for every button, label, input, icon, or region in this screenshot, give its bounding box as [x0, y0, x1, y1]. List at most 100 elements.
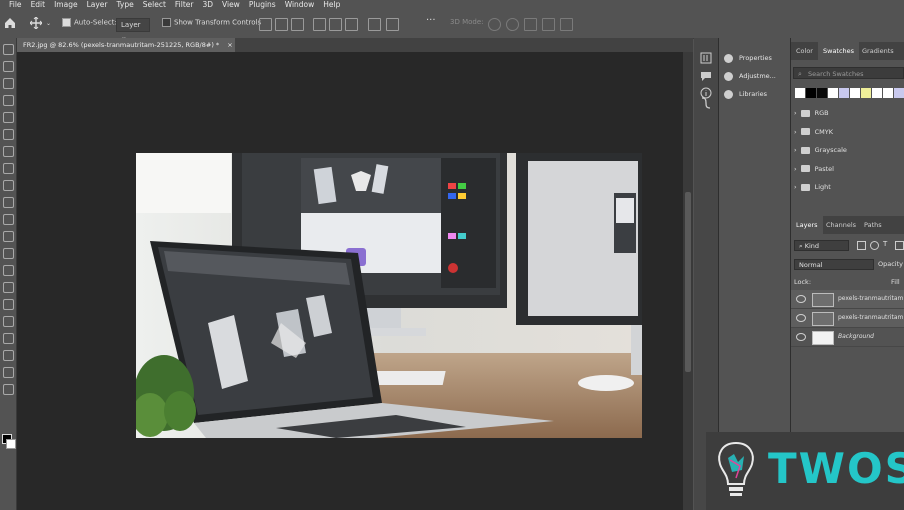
pen-tool-icon[interactable] [3, 299, 14, 310]
menu-item-layer[interactable]: Layer [87, 0, 108, 9]
align-left-icon[interactable] [259, 18, 272, 31]
distribute-icon[interactable] [368, 18, 381, 31]
menu-item-file[interactable]: File [9, 0, 22, 9]
tab-channels[interactable]: Channels [821, 216, 861, 234]
path-select-tool-icon[interactable] [3, 333, 14, 344]
swatch[interactable] [839, 88, 849, 98]
crop-tool-icon[interactable] [3, 112, 14, 123]
menu-item-filter[interactable]: Filter [175, 0, 194, 9]
swatch-folder-light[interactable]: › Light [794, 180, 904, 195]
eraser-tool-icon[interactable] [3, 231, 14, 242]
quick-select-tool-icon[interactable] [3, 95, 14, 106]
chevron-down-icon[interactable]: ⌄ [46, 20, 51, 27]
more-options-icon[interactable]: ··· [426, 15, 436, 26]
menu-item-type[interactable]: Type [117, 0, 134, 9]
shape-filter-icon[interactable] [895, 241, 904, 250]
pan-3d-icon[interactable] [524, 18, 537, 31]
orbit-3d-icon[interactable] [488, 18, 501, 31]
swatch[interactable] [817, 88, 827, 98]
swatch-folder-grayscale[interactable]: › Grayscale [794, 143, 904, 158]
tab-paths[interactable]: Paths [859, 216, 887, 234]
blend-mode-dropdown[interactable]: Normal [794, 259, 874, 270]
swatch[interactable] [806, 88, 816, 98]
menu-item-image[interactable]: Image [54, 0, 78, 9]
layer-row[interactable]: Background [791, 328, 904, 347]
chevron-right-icon[interactable]: › [794, 165, 797, 173]
zoom-tool-icon[interactable] [3, 384, 14, 395]
pixel-filter-icon[interactable] [857, 241, 866, 250]
adjustment-filter-icon[interactable] [870, 241, 879, 250]
menu-item-edit[interactable]: Edit [31, 0, 46, 9]
home-icon[interactable] [4, 17, 16, 29]
swatch[interactable] [828, 88, 838, 98]
tab-gradients[interactable]: Gradients [857, 42, 899, 60]
align-center-icon[interactable] [275, 18, 288, 31]
menu-item-select[interactable]: Select [143, 0, 166, 9]
align-bottom-icon[interactable] [345, 18, 358, 31]
libraries-item[interactable]: Libraries [724, 87, 767, 101]
document-tab[interactable]: FR2.jpg @ 82.6% (pexels-tranmautritam-25… [17, 38, 235, 52]
tab-swatches[interactable]: Swatches [818, 42, 860, 60]
healing-tool-icon[interactable] [3, 163, 14, 174]
swatch-folder-rgb[interactable]: › RGB [794, 106, 904, 121]
chevron-right-icon[interactable]: › [794, 109, 797, 117]
menu-item-view[interactable]: View [222, 0, 240, 9]
align-right-icon[interactable] [291, 18, 304, 31]
properties-item[interactable]: Properties [724, 51, 772, 65]
dodge-tool-icon[interactable] [3, 282, 14, 293]
menu-item-3d[interactable]: 3D [202, 0, 213, 9]
auto-select-checkbox[interactable]: Auto-Select: [62, 18, 117, 27]
document-image[interactable] [136, 153, 642, 438]
eye-icon[interactable] [796, 295, 806, 303]
chevron-right-icon[interactable]: › [794, 146, 797, 154]
layer-filter-dropdown[interactable]: ⌕ Kind [794, 240, 849, 251]
slide-3d-icon[interactable] [542, 18, 555, 31]
menu-item-window[interactable]: Window [285, 0, 315, 9]
swatch[interactable] [894, 88, 904, 98]
swatch[interactable] [795, 88, 805, 98]
blur-tool-icon[interactable] [3, 265, 14, 276]
menu-item-help[interactable]: Help [323, 0, 340, 9]
menu-item-plugins[interactable]: Plugins [249, 0, 276, 9]
swatch[interactable] [850, 88, 860, 98]
move-tool-icon[interactable] [3, 44, 14, 55]
shape-tool-icon[interactable] [3, 350, 14, 361]
layer-row[interactable]: pexels-tranmautritam... [791, 309, 904, 328]
distribute-spacing-icon[interactable] [386, 18, 399, 31]
swatch[interactable] [872, 88, 882, 98]
swatch-folder-pastel[interactable]: › Pastel [794, 162, 904, 177]
tab-color[interactable]: Color [791, 42, 818, 60]
history-brush-tool-icon[interactable] [3, 214, 14, 225]
swatch[interactable] [861, 88, 871, 98]
layer-row[interactable]: pexels-tranmautritam... [791, 290, 904, 309]
lasso-tool-icon[interactable] [3, 78, 14, 89]
scrollbar-thumb[interactable] [685, 192, 691, 372]
swatch-folder-cmyk[interactable]: › CMYK [794, 125, 904, 140]
close-tab-icon[interactable]: × [227, 41, 232, 49]
show-transform-checkbox[interactable]: Show Transform Controls [162, 18, 261, 27]
type-filter-icon[interactable]: T [883, 240, 887, 248]
background-color-swatch[interactable] [6, 439, 16, 449]
search-swatches-input[interactable]: ⌕ Search Swatches [793, 67, 904, 79]
marquee-tool-icon[interactable] [3, 61, 14, 72]
auto-select-dropdown[interactable]: Layer ⌄ [116, 18, 150, 41]
roll-3d-icon[interactable] [506, 18, 519, 31]
chevron-right-icon[interactable]: › [794, 128, 797, 136]
swatch[interactable] [883, 88, 893, 98]
align-top-icon[interactable] [313, 18, 326, 31]
scale-3d-icon[interactable] [560, 18, 573, 31]
frame-tool-icon[interactable] [3, 129, 14, 140]
gradient-tool-icon[interactable] [3, 248, 14, 259]
clone-tool-icon[interactable] [3, 197, 14, 208]
history-icon[interactable] [700, 52, 712, 64]
tab-layers[interactable]: Layers [791, 216, 823, 234]
adjustments-item[interactable]: Adjustme... [724, 69, 776, 83]
eyedropper-tool-icon[interactable] [3, 146, 14, 157]
brush-tool-icon[interactable] [3, 180, 14, 191]
comments-icon[interactable] [700, 70, 712, 82]
eye-icon[interactable] [796, 314, 806, 322]
move-tool-icon[interactable] [30, 17, 42, 29]
type-tool-icon[interactable] [3, 316, 14, 327]
eye-icon[interactable] [796, 333, 806, 341]
paths-icon[interactable] [700, 96, 712, 110]
